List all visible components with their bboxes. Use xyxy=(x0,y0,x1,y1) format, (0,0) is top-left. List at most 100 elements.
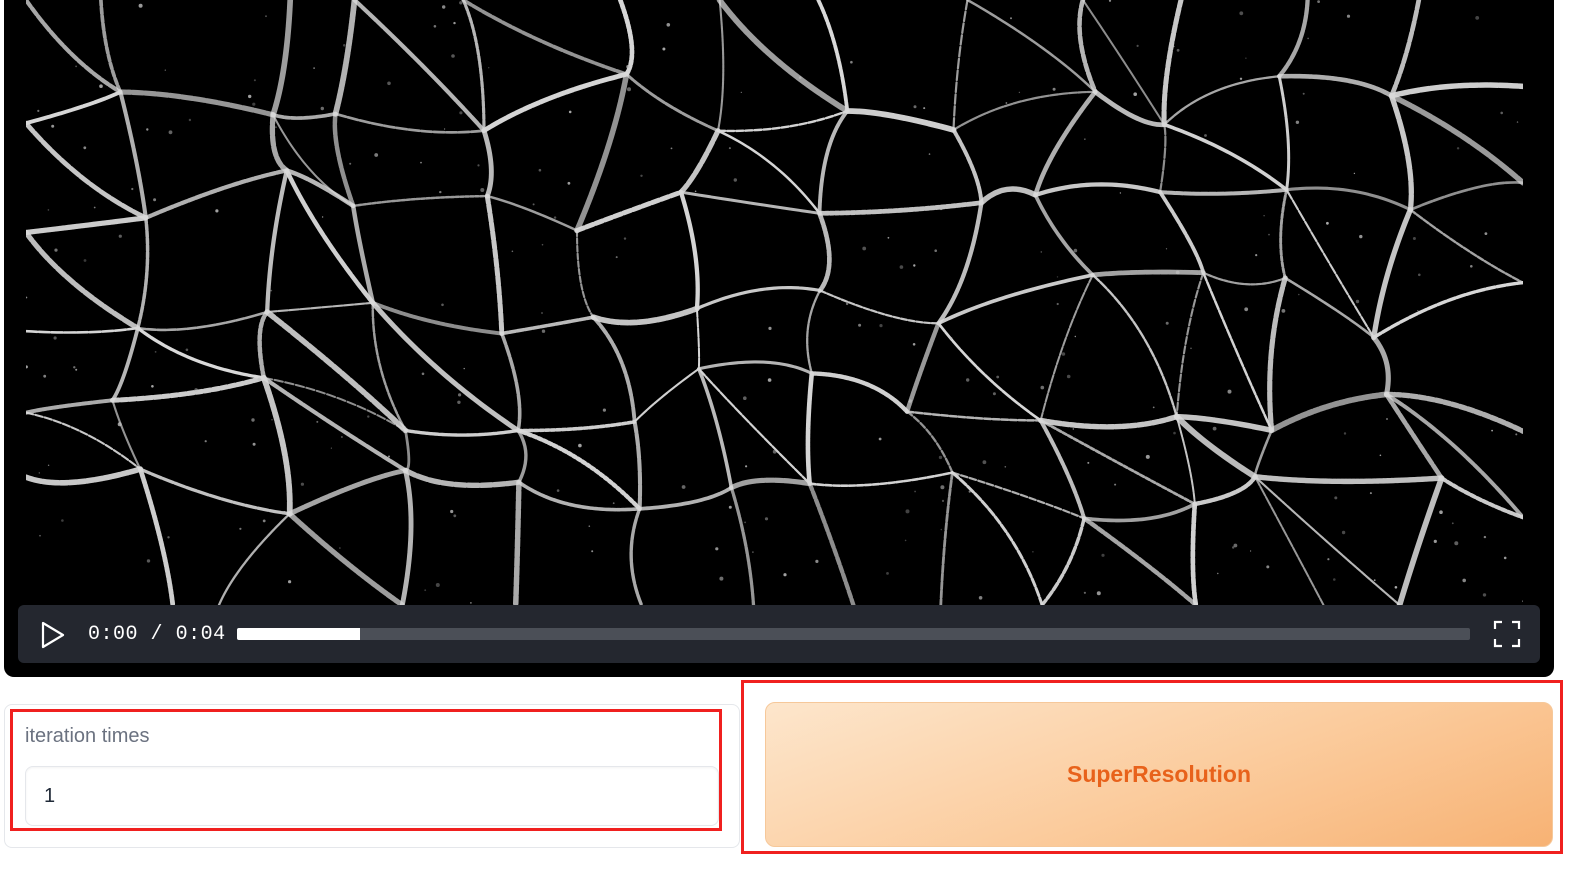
speckle xyxy=(1451,522,1454,525)
speckle xyxy=(39,534,41,537)
iteration-input[interactable] xyxy=(25,766,719,826)
speckle xyxy=(330,447,332,449)
speckle xyxy=(188,118,192,122)
speckle xyxy=(556,489,560,492)
speckle xyxy=(1096,591,1101,596)
speckle xyxy=(978,596,983,600)
membrane-segment xyxy=(1158,190,1206,275)
membrane-segment xyxy=(399,467,414,605)
speckle xyxy=(1244,307,1249,312)
speckle xyxy=(262,519,266,523)
membrane-segment xyxy=(402,467,522,488)
speckle xyxy=(265,15,267,18)
speckle xyxy=(1239,11,1244,16)
speckle xyxy=(239,527,242,530)
speckle xyxy=(1212,426,1217,431)
speckle xyxy=(1359,234,1363,239)
speckle xyxy=(850,60,853,64)
speckle xyxy=(339,547,341,549)
video-player[interactable]: 0:00 / 0:04 xyxy=(4,0,1554,677)
speckle xyxy=(1010,17,1012,20)
speckle xyxy=(905,509,910,514)
speckle xyxy=(1462,578,1466,583)
speckle xyxy=(1056,302,1059,306)
speckle xyxy=(458,393,462,397)
speckle xyxy=(1281,309,1286,313)
membrane-segment xyxy=(809,371,910,414)
membrane-segment xyxy=(265,168,289,315)
play-button[interactable] xyxy=(40,621,66,649)
membrane-segment xyxy=(217,512,291,605)
progress-bar[interactable] xyxy=(237,628,1470,640)
speckle xyxy=(477,164,480,167)
membrane-segment xyxy=(806,289,822,375)
speckle xyxy=(146,559,151,563)
speckle xyxy=(1417,310,1419,312)
membrane-segment xyxy=(1254,475,1325,605)
speckle xyxy=(1018,91,1021,94)
membrane-segment xyxy=(1253,429,1273,478)
speckle xyxy=(913,105,917,109)
membrane-segment xyxy=(404,429,411,472)
membrane-segment xyxy=(516,420,637,433)
membrane-segment xyxy=(26,229,141,331)
speckle xyxy=(670,147,673,150)
speckle xyxy=(439,190,442,194)
progress-buffered xyxy=(237,628,361,640)
speckle xyxy=(728,468,730,470)
membrane-segment xyxy=(269,112,290,174)
membrane-segment xyxy=(697,360,814,375)
membrane-segment xyxy=(695,286,822,311)
speckle xyxy=(879,324,883,328)
speckle xyxy=(1405,480,1408,482)
speckle xyxy=(26,365,28,369)
speckle xyxy=(912,343,916,346)
speckle xyxy=(715,547,719,551)
speckle xyxy=(772,449,777,454)
speckle xyxy=(591,550,594,553)
speckle xyxy=(1516,121,1519,123)
membrane-segment xyxy=(110,375,267,403)
speckle xyxy=(996,375,1000,379)
speckle xyxy=(300,482,304,486)
fullscreen-button[interactable] xyxy=(1492,619,1522,649)
speckle xyxy=(745,465,748,468)
speckle xyxy=(1235,491,1238,494)
membrane-segment xyxy=(629,507,644,605)
speckle xyxy=(61,519,64,522)
membrane-segment xyxy=(678,128,721,195)
speckle xyxy=(282,510,286,515)
superresolution-button[interactable]: SuperResolution xyxy=(765,702,1553,847)
membrane-segment xyxy=(1202,271,1287,286)
membrane-segment xyxy=(716,109,849,133)
speckle xyxy=(809,427,811,430)
speckle xyxy=(252,102,256,106)
speckle xyxy=(1412,237,1416,240)
membrane-segment xyxy=(512,479,522,605)
speckle xyxy=(54,248,58,252)
speckle xyxy=(1173,431,1176,435)
speckle xyxy=(733,178,737,182)
membrane-segment xyxy=(486,194,579,232)
speckle xyxy=(388,455,390,458)
speckle xyxy=(1074,335,1077,338)
membrane-segment xyxy=(517,480,642,512)
speckle xyxy=(1084,138,1086,140)
speckle xyxy=(1108,0,1112,2)
membrane-segment xyxy=(1268,391,1390,434)
membrane-segment xyxy=(1161,0,1184,128)
speckle xyxy=(451,54,455,58)
speckle xyxy=(194,388,198,392)
video-frame[interactable] xyxy=(26,0,1523,605)
speckle xyxy=(1072,428,1075,430)
speckle xyxy=(904,539,907,542)
speckle xyxy=(248,94,252,99)
speckle xyxy=(567,181,571,185)
membrane-segment xyxy=(1285,188,1375,339)
membrane-segment xyxy=(1039,274,1094,422)
speckle xyxy=(1302,92,1305,95)
speckle xyxy=(568,110,572,114)
speckle xyxy=(441,303,444,307)
speckle xyxy=(340,436,343,438)
speckle xyxy=(1307,37,1309,40)
